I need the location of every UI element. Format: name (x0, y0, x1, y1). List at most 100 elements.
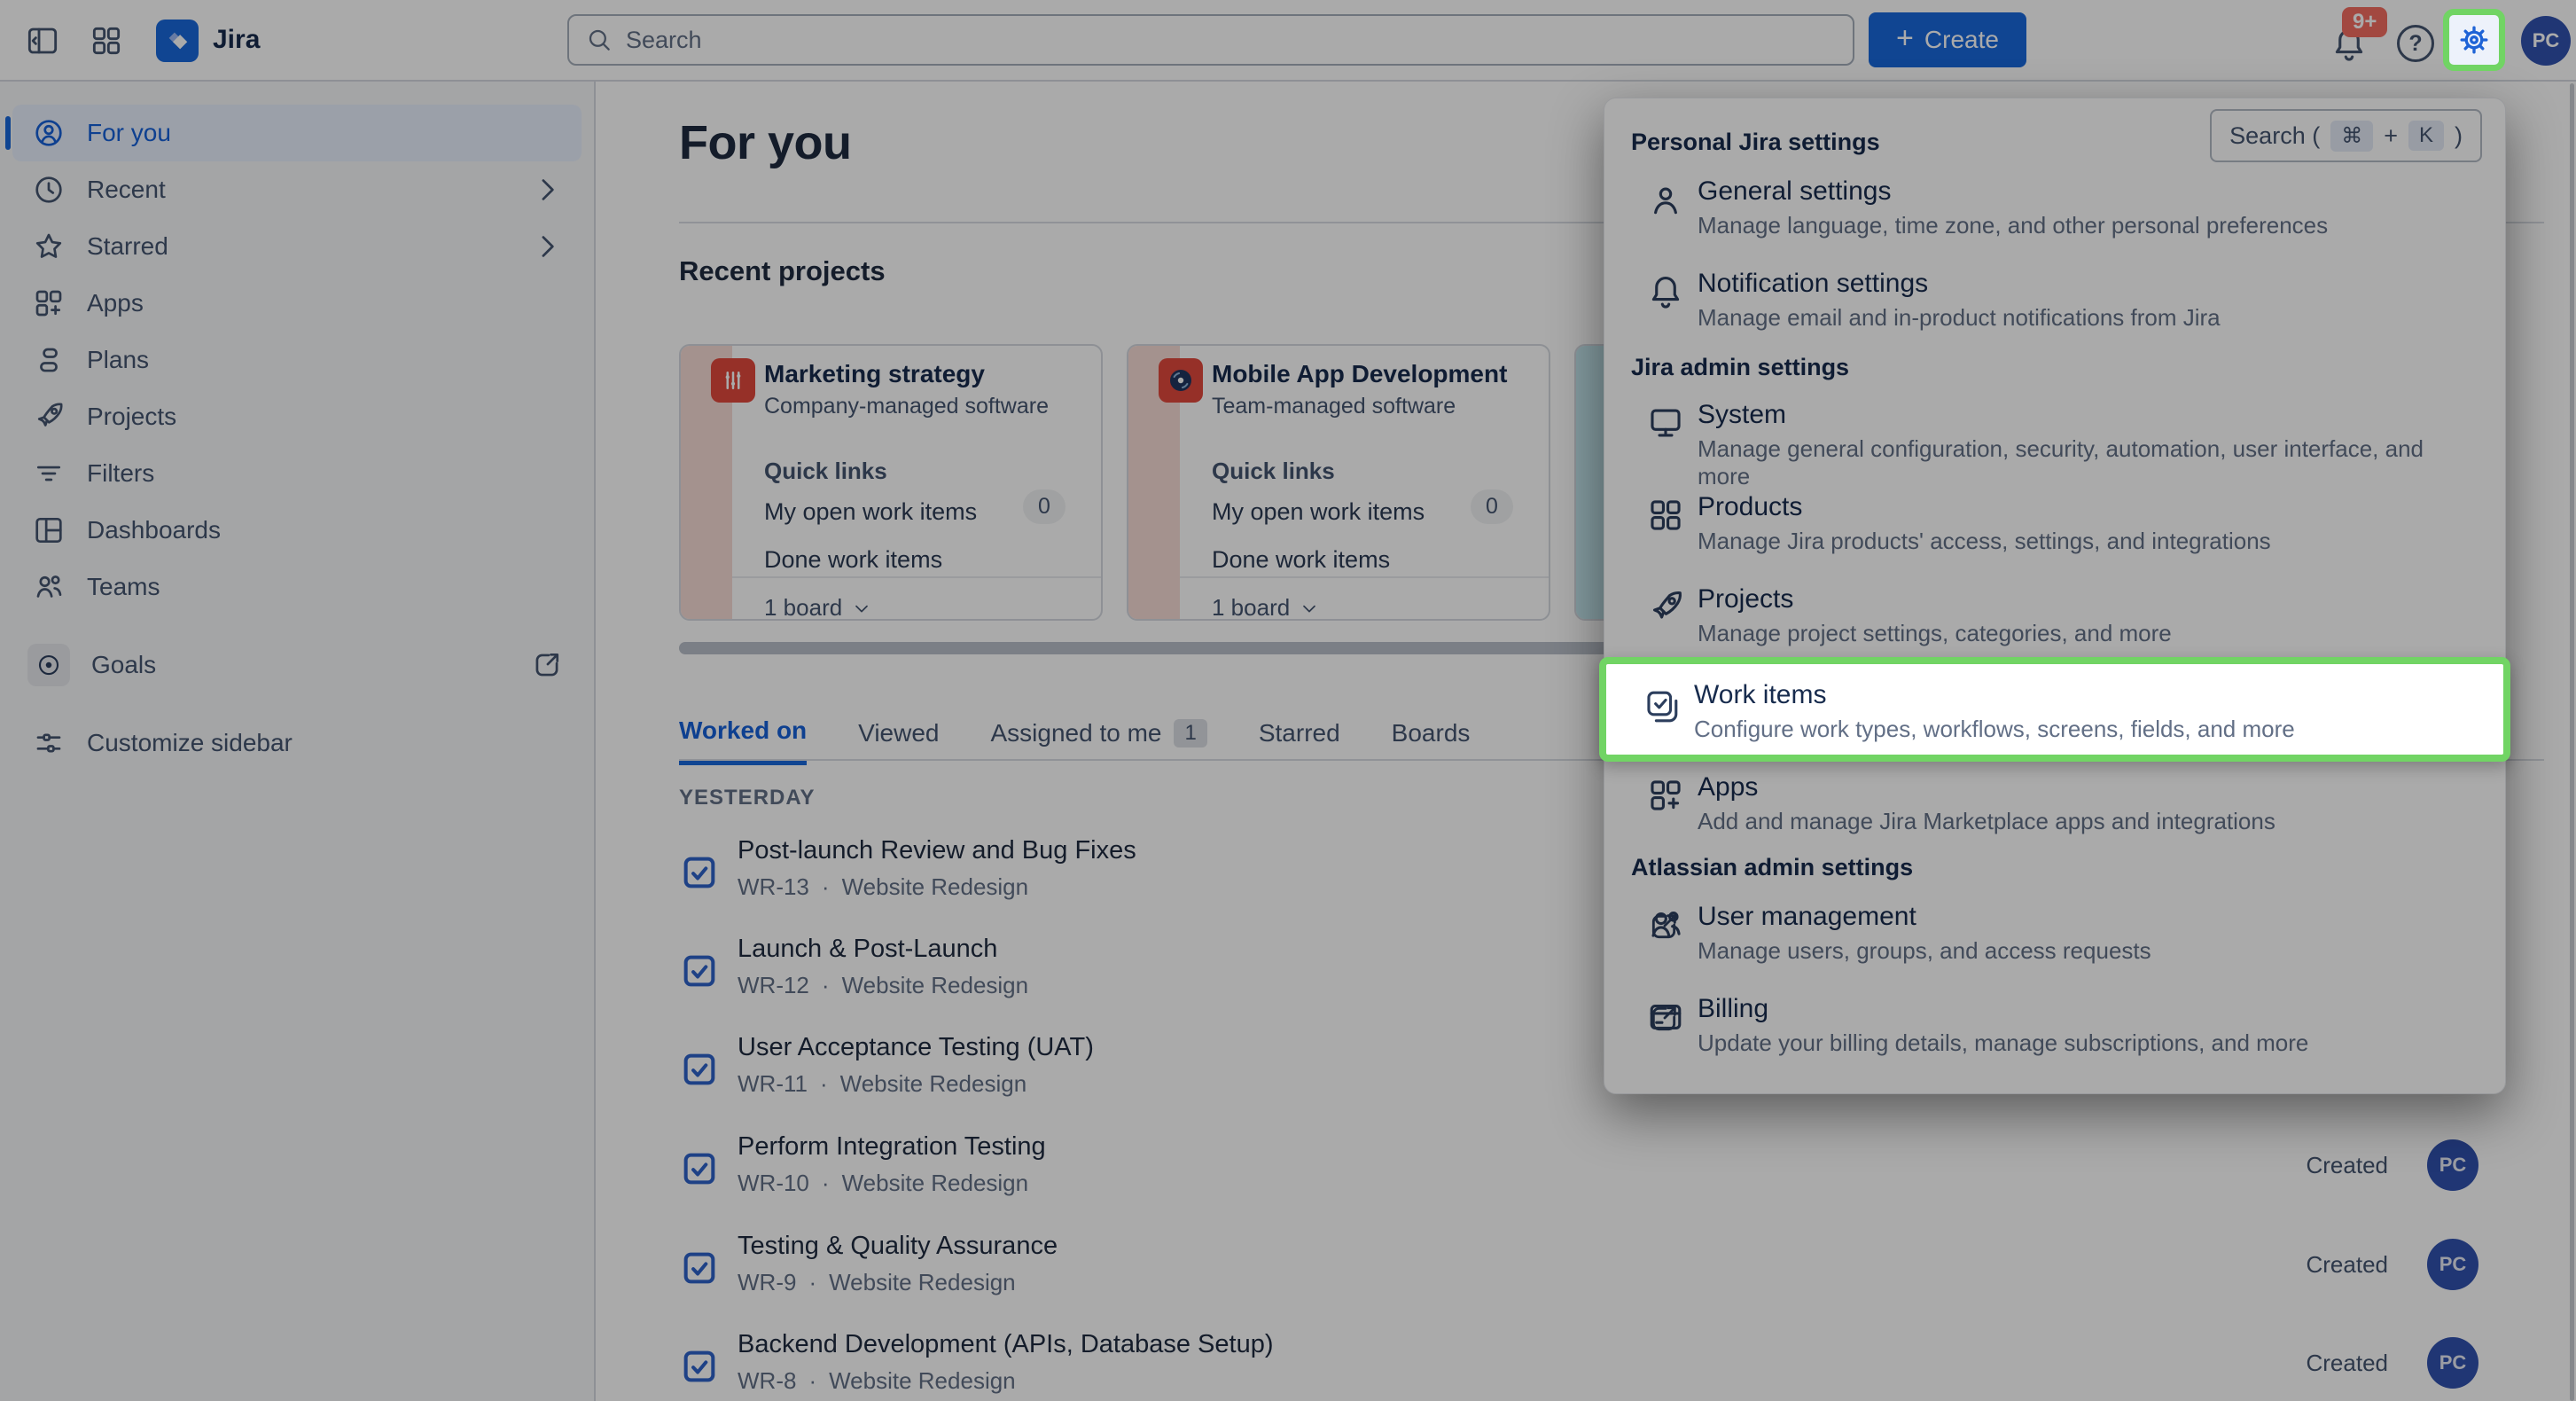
quick-links-label: Quick links (1212, 458, 1335, 485)
sidebar-item-filters[interactable]: Filters (12, 445, 582, 502)
project-card-marketing-strategy[interactable]: Marketing strategy Company-managed softw… (679, 344, 1103, 621)
people-icon (32, 570, 66, 604)
dot-separator: · (822, 1170, 830, 1197)
my-open-work-items-link[interactable]: My open work items (1212, 498, 1425, 526)
global-search[interactable] (567, 14, 1854, 66)
open-items-count: 0 (1471, 489, 1513, 524)
help-icon[interactable]: ? (2397, 25, 2434, 62)
avatar[interactable]: PC (2427, 1337, 2478, 1389)
apps-grid-plus-icon (1646, 776, 1685, 815)
menu-item-billing[interactable]: Billing Update your billing details, man… (1631, 994, 2478, 1061)
app-switcher-icon[interactable] (89, 23, 124, 59)
boards-dropdown[interactable]: 1 board (1212, 594, 1320, 621)
tab-assigned-to-me[interactable]: Assigned to me1 (990, 716, 1206, 765)
vertical-scrollbar[interactable] (2570, 83, 2574, 1401)
dot-separator: · (822, 972, 830, 999)
menu-item-general-settings[interactable]: General settings Manage language, time z… (1631, 176, 2478, 244)
active-indicator (5, 116, 11, 150)
chevron-down-icon (851, 598, 872, 619)
task-check-icon (679, 852, 720, 893)
sidebar-item-starred[interactable]: Starred (12, 218, 582, 275)
menu-item-projects[interactable]: Projects Manage project settings, catego… (1631, 584, 2478, 652)
sidebar-item-customize[interactable]: Customize sidebar (12, 715, 582, 771)
settings-dropdown: Personal Jira settings Search ( ⌘ + K ) … (1604, 98, 2506, 1094)
boards-dropdown[interactable]: 1 board (764, 594, 872, 621)
personal-settings-header: Personal Jira settings (1631, 129, 1880, 156)
item-key: WR-13 (738, 873, 809, 901)
item-key: WR-8 (738, 1367, 796, 1395)
external-link-icon (530, 648, 564, 682)
person-icon (1646, 180, 1685, 219)
item-project: Website Redesign (829, 1367, 1016, 1395)
chevron-right-icon (530, 173, 564, 207)
gear-icon (2455, 21, 2493, 59)
project-card-mobile-app-development[interactable]: Mobile App Development Team-managed soft… (1127, 344, 1550, 621)
plus-icon: + (1896, 21, 1914, 56)
sidebar-item-teams[interactable]: Teams (12, 559, 582, 615)
group-label: YESTERDAY (679, 786, 816, 810)
recent-projects-heading: Recent projects (679, 255, 886, 287)
item-project: Website Redesign (842, 972, 1029, 999)
tab-worked-on[interactable]: Worked on (679, 716, 807, 765)
menu-item-notification-settings[interactable]: Notification settings Manage email and i… (1631, 269, 2478, 336)
settings-search-button[interactable]: Search ( ⌘ + K ) (2210, 109, 2482, 162)
dot-separator: · (822, 873, 830, 901)
avatar[interactable]: PC (2427, 1139, 2478, 1191)
work-item-row[interactable]: Testing & Quality Assurance WR-9·Website… (679, 1221, 2544, 1313)
rocket-icon (32, 400, 66, 434)
tab-starred[interactable]: Starred (1259, 716, 1340, 765)
tab-viewed[interactable]: Viewed (858, 716, 939, 765)
item-project: Website Redesign (829, 1269, 1016, 1296)
menu-item-products[interactable]: Products Manage Jira products' access, s… (1631, 492, 2478, 560)
bell-icon (1646, 272, 1685, 311)
item-key: WR-10 (738, 1170, 809, 1197)
external-link-icon (1646, 1001, 1682, 1037)
clock-icon (32, 173, 66, 207)
quick-links-label: Quick links (764, 458, 887, 485)
dot-separator: · (808, 1269, 816, 1296)
done-work-items-link[interactable]: Done work items (1212, 546, 1390, 574)
search-icon (585, 26, 613, 54)
work-item-row[interactable]: Perform Integration Testing WR-10·Websit… (679, 1122, 2544, 1214)
filter-icon (32, 457, 66, 490)
item-key: WR-12 (738, 972, 809, 999)
done-work-items-link[interactable]: Done work items (764, 546, 942, 574)
menu-item-user-management[interactable]: User management Manage users, groups, an… (1631, 902, 2478, 969)
chevron-down-icon (1299, 598, 1320, 619)
chevron-right-icon (530, 230, 564, 263)
work-items-icon (1643, 687, 1682, 726)
sidebar-item-apps[interactable]: Apps (12, 275, 582, 332)
menu-item-apps[interactable]: Apps Add and manage Jira Marketplace app… (1631, 772, 2478, 840)
divider (732, 576, 1101, 578)
apps-grid-plus-icon (32, 286, 66, 320)
page-title: For you (679, 115, 852, 170)
jira-logo-icon[interactable] (156, 20, 199, 62)
avatar[interactable]: PC (2427, 1239, 2478, 1290)
created-label: Created (2307, 1350, 2389, 1377)
my-open-work-items-link[interactable]: My open work items (764, 498, 977, 526)
grid-icon (1646, 496, 1685, 535)
create-button[interactable]: + Create (1869, 12, 2026, 67)
assigned-count-badge: 1 (1174, 719, 1206, 747)
search-input[interactable] (626, 27, 1837, 54)
settings-gear-button-highlighted[interactable] (2443, 9, 2505, 71)
monitor-icon (1646, 403, 1685, 442)
goals-target-icon (27, 644, 70, 686)
user-circle-icon (32, 116, 66, 150)
menu-item-work-items-highlighted[interactable]: Work items Configure work types, workflo… (1599, 657, 2510, 762)
item-key: WR-9 (738, 1269, 796, 1296)
sidebar-item-for-you[interactable]: For you (12, 105, 582, 161)
profile-avatar[interactable]: PC (2521, 16, 2571, 66)
sidebar-item-goals[interactable]: Goals (12, 637, 582, 693)
sidebar-item-projects[interactable]: Projects (12, 388, 582, 445)
sidebar-item-dashboards[interactable]: Dashboards (12, 502, 582, 559)
sidebar-item-recent[interactable]: Recent (12, 161, 582, 218)
work-item-row[interactable]: Backend Development (APIs, Database Setu… (679, 1319, 2544, 1401)
k-key: K (2408, 121, 2444, 151)
created-label: Created (2307, 1251, 2389, 1279)
sidebar-item-plans[interactable]: Plans (12, 332, 582, 388)
menu-item-system[interactable]: System Manage general configuration, sec… (1631, 400, 2478, 467)
star-icon (32, 230, 66, 263)
collapse-sidebar-icon[interactable] (25, 23, 60, 59)
tab-boards[interactable]: Boards (1392, 716, 1471, 765)
